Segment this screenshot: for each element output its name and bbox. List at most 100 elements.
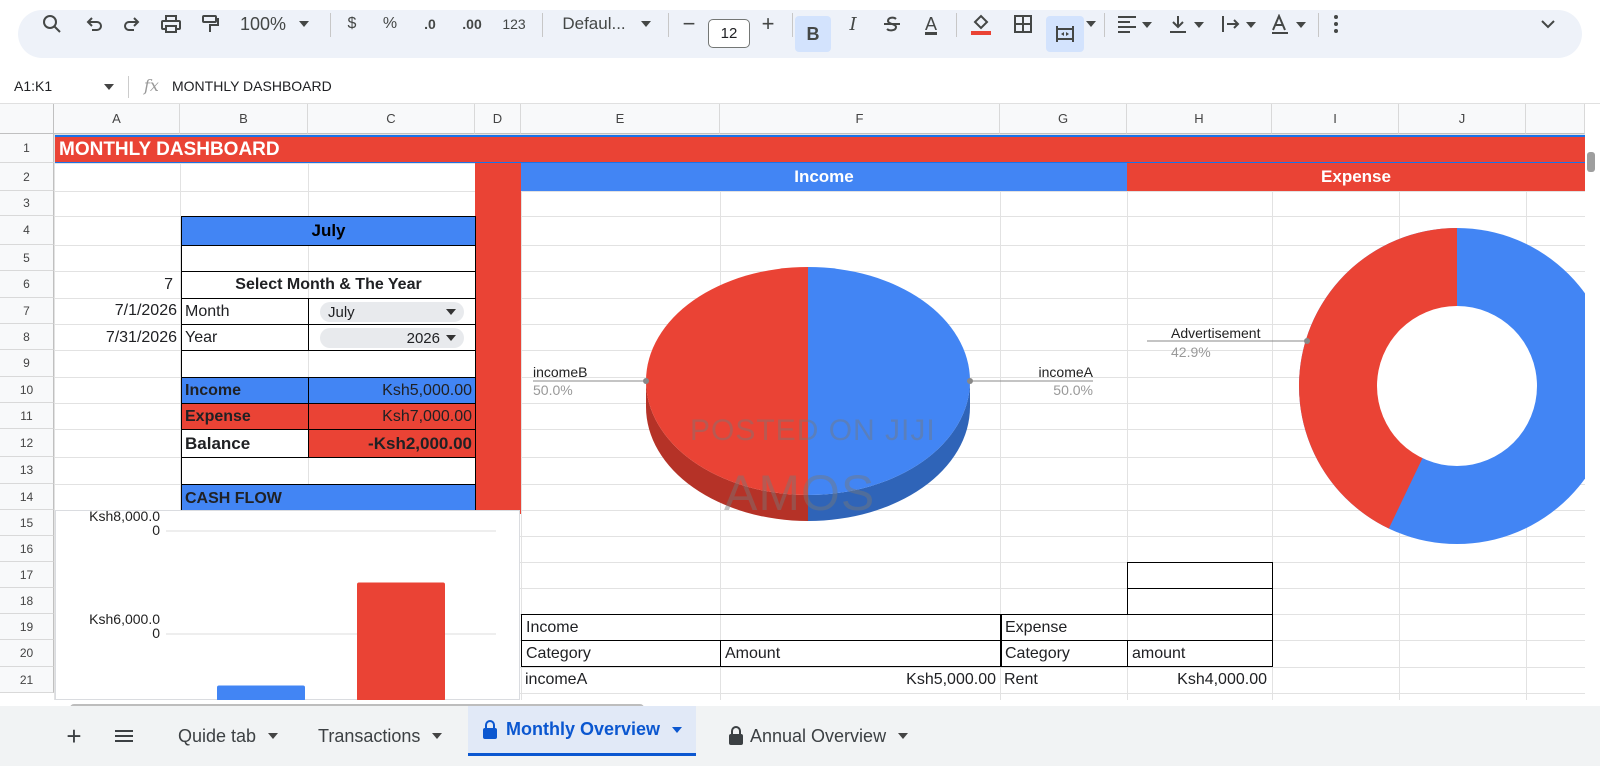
cashflow-chart[interactable]: Ksh8,000.0 0 Ksh6,000.0 0 bbox=[55, 508, 520, 700]
tab-monthly-overview[interactable]: Monthly Overview bbox=[468, 706, 697, 756]
column-header[interactable]: D bbox=[475, 104, 521, 134]
end-date-cell[interactable]: 7/31/2026 bbox=[55, 324, 179, 351]
start-date-cell[interactable]: 7/1/2026 bbox=[55, 298, 179, 324]
row-header[interactable]: 7 bbox=[0, 298, 54, 324]
tab-quide[interactable]: Quide tab bbox=[178, 714, 279, 758]
year-dropdown[interactable]: 2026 bbox=[320, 328, 464, 348]
more-options-icon[interactable] bbox=[1326, 10, 1346, 38]
decrease-font-button[interactable]: − bbox=[678, 10, 700, 38]
row-header[interactable]: 14 bbox=[0, 484, 54, 510]
horizontal-align-icon[interactable] bbox=[1112, 10, 1156, 38]
income-value[interactable]: Ksh5,000.00 bbox=[308, 377, 476, 404]
empty-cell[interactable] bbox=[181, 350, 476, 378]
expense-row-amount[interactable]: Ksh4,000.00 bbox=[1127, 667, 1271, 693]
column-header[interactable]: H bbox=[1127, 104, 1272, 134]
select-all-corner[interactable] bbox=[0, 104, 54, 134]
paint-format-icon[interactable] bbox=[196, 10, 224, 38]
tab-label: Transactions bbox=[318, 725, 421, 746]
column-header[interactable]: E bbox=[521, 104, 720, 134]
row-header[interactable]: 19 bbox=[0, 614, 54, 640]
column-header[interactable]: J bbox=[1399, 104, 1526, 134]
expense-donut-chart[interactable]: Advertisement 42.9% bbox=[1127, 191, 1585, 561]
row-header[interactable]: 5 bbox=[0, 245, 54, 271]
column-header[interactable] bbox=[1526, 104, 1585, 134]
redo-icon[interactable] bbox=[118, 10, 146, 38]
formula-input[interactable]: MONTHLY DASHBOARD bbox=[172, 78, 332, 94]
text-rotation-icon[interactable] bbox=[1266, 10, 1310, 38]
column-header[interactable]: I bbox=[1272, 104, 1399, 134]
month-number-cell[interactable]: 7 bbox=[55, 271, 177, 298]
undo-icon[interactable] bbox=[80, 10, 108, 38]
decrease-decimal-button[interactable]: .0 bbox=[416, 10, 444, 38]
increase-font-button[interactable]: + bbox=[756, 10, 780, 38]
empty-cell[interactable] bbox=[1127, 562, 1273, 589]
column-header[interactable]: F bbox=[720, 104, 1000, 134]
chevron-down-icon[interactable] bbox=[1084, 10, 1098, 38]
column-header[interactable]: B bbox=[180, 104, 308, 134]
row-header[interactable]: 4 bbox=[0, 216, 54, 245]
row-header[interactable]: 6 bbox=[0, 271, 54, 298]
row-header[interactable]: 17 bbox=[0, 562, 54, 588]
currency-button[interactable]: $ bbox=[340, 10, 364, 38]
row-header[interactable]: 16 bbox=[0, 536, 54, 562]
chevron-down-icon[interactable] bbox=[296, 10, 312, 38]
number-format-button[interactable]: 123 bbox=[498, 10, 530, 38]
print-icon[interactable] bbox=[157, 10, 185, 38]
row-header[interactable]: 15 bbox=[0, 510, 54, 536]
chevron-down-icon bbox=[432, 733, 443, 739]
empty-cell[interactable] bbox=[181, 457, 476, 485]
italic-button[interactable]: I bbox=[838, 10, 868, 38]
search-icon[interactable] bbox=[38, 10, 66, 38]
text-wrap-icon[interactable] bbox=[1216, 10, 1260, 38]
row-header[interactable]: 9 bbox=[0, 350, 54, 377]
fill-color-icon[interactable] bbox=[966, 10, 996, 38]
expense-row-category[interactable]: Rent bbox=[1000, 667, 1128, 693]
fx-icon: fx bbox=[144, 76, 159, 95]
percent-button[interactable]: % bbox=[378, 10, 402, 38]
zoom-select[interactable]: 100% bbox=[238, 10, 288, 38]
empty-cell[interactable] bbox=[181, 245, 476, 272]
row-header[interactable]: 18 bbox=[0, 588, 54, 614]
tab-annual-overview[interactable]: Annual Overview bbox=[728, 714, 909, 758]
row-header[interactable]: 10 bbox=[0, 377, 54, 403]
strikethrough-icon[interactable] bbox=[877, 10, 907, 38]
page-title[interactable]: MONTHLY DASHBOARD bbox=[55, 135, 1585, 163]
column-header[interactable]: C bbox=[308, 104, 475, 134]
income-row-amount[interactable]: Ksh5,000.00 bbox=[720, 667, 1000, 693]
font-select[interactable]: Defaul... bbox=[554, 10, 634, 38]
chevron-down-icon[interactable] bbox=[104, 84, 114, 90]
add-sheet-icon[interactable]: + bbox=[60, 714, 88, 758]
balance-value[interactable]: -Ksh2,000.00 bbox=[308, 429, 476, 458]
row-header[interactable]: 11 bbox=[0, 403, 54, 429]
row-header[interactable]: 21 bbox=[0, 667, 54, 693]
merge-cells-icon[interactable] bbox=[1046, 16, 1084, 52]
column-header[interactable]: A bbox=[54, 104, 180, 134]
vertical-scrollbar[interactable] bbox=[1587, 152, 1595, 172]
text-color-button[interactable]: A bbox=[916, 10, 946, 38]
chevron-down-icon[interactable] bbox=[638, 10, 654, 38]
row-header[interactable]: 2 bbox=[0, 163, 54, 191]
expense-value[interactable]: Ksh7,000.00 bbox=[308, 403, 476, 430]
all-sheets-icon[interactable] bbox=[110, 714, 138, 758]
collapse-toolbar-icon[interactable] bbox=[1536, 10, 1560, 38]
row-header[interactable]: 20 bbox=[0, 640, 54, 667]
toolbar-divider bbox=[1104, 13, 1105, 37]
row-header[interactable]: 8 bbox=[0, 324, 54, 350]
income-row-category[interactable]: incomeA bbox=[521, 667, 721, 693]
month-header[interactable]: July bbox=[181, 216, 476, 246]
tab-transactions[interactable]: Transactions bbox=[318, 714, 443, 758]
row-header[interactable]: 1 bbox=[0, 134, 54, 163]
row-header[interactable]: 3 bbox=[0, 191, 54, 216]
font-size-input[interactable]: 12 bbox=[708, 19, 750, 48]
bold-button[interactable]: B bbox=[795, 16, 831, 52]
row-header[interactable]: 13 bbox=[0, 457, 54, 484]
column-header[interactable]: G bbox=[1000, 104, 1127, 134]
row-header[interactable]: 12 bbox=[0, 429, 54, 457]
month-dropdown[interactable]: July bbox=[320, 302, 464, 322]
borders-icon[interactable] bbox=[1008, 10, 1038, 38]
empty-cell[interactable] bbox=[1127, 588, 1273, 615]
name-box[interactable]: A1:K1 bbox=[14, 78, 52, 94]
toolbar-divider bbox=[956, 13, 957, 37]
vertical-align-icon[interactable] bbox=[1164, 10, 1208, 38]
increase-decimal-button[interactable]: .00 bbox=[456, 10, 488, 38]
